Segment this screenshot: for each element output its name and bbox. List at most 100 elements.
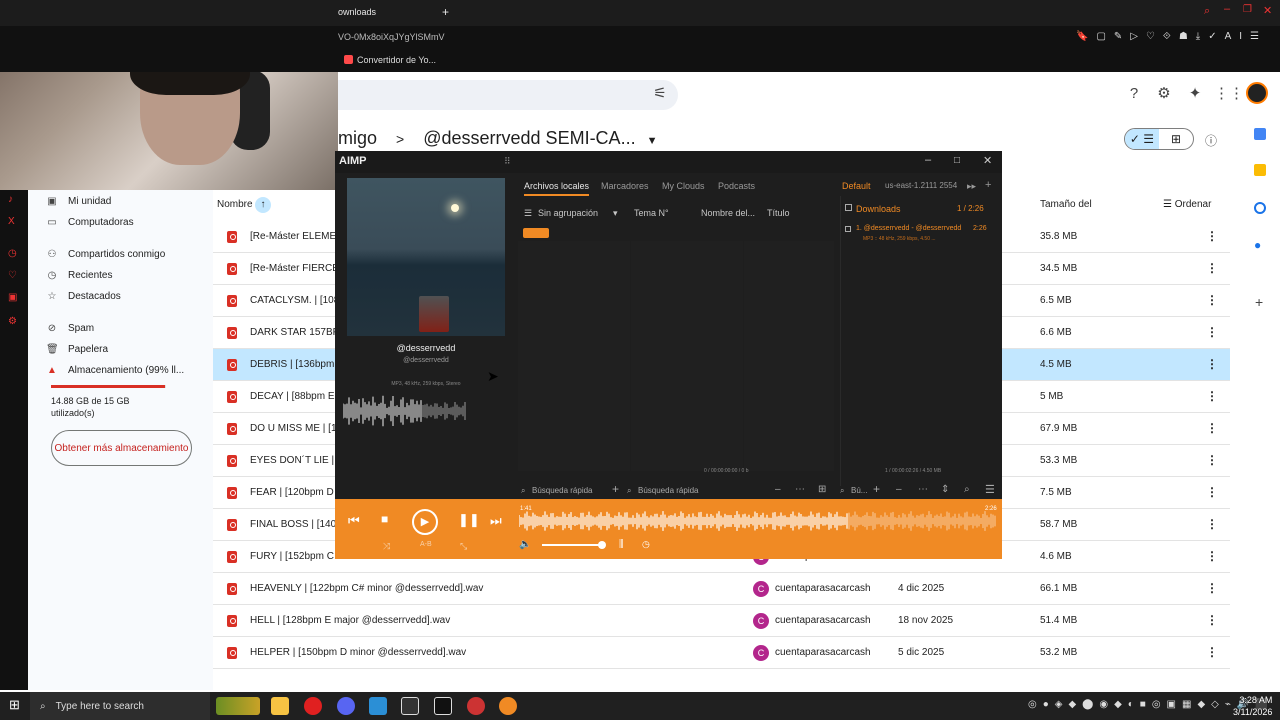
- list-view-icon[interactable]: ✓ ☰: [1125, 129, 1159, 149]
- windows-start-icon[interactable]: ⊞: [9, 697, 20, 713]
- next-icon[interactable]: ⏭: [490, 513, 502, 529]
- chevron-down-icon[interactable]: ▼: [647, 135, 658, 147]
- quick-search-3[interactable]: Bú...: [851, 486, 867, 495]
- more-options-icon[interactable]: ⋮: [1206, 229, 1218, 243]
- file-name[interactable]: FINAL BOSS | [140: [250, 519, 336, 530]
- search-icon[interactable]: ⌕: [1204, 5, 1210, 18]
- keep-icon[interactable]: [1254, 164, 1266, 176]
- view-toggle[interactable]: ✓ ☰ ⊞: [1124, 128, 1194, 150]
- maximize-icon[interactable]: ❐: [1243, 4, 1252, 15]
- file-name[interactable]: HEAVENLY | [122bpm C# minor @desserrvedd…: [250, 583, 483, 594]
- tab-default[interactable]: Default: [842, 181, 871, 191]
- tab-podcasts[interactable]: Podcasts: [718, 181, 755, 191]
- tab-scroll-icon[interactable]: ▸▸: [967, 181, 976, 192]
- more-options-icon[interactable]: ⋮: [1206, 453, 1218, 467]
- repeat-icon[interactable]: ⤡: [460, 541, 467, 552]
- remove-icon[interactable]: –: [775, 484, 781, 495]
- file-name[interactable]: DO U MISS ME | [16: [250, 423, 342, 434]
- info-icon[interactable]: ⓘ: [1205, 132, 1217, 149]
- tab-playlist-2[interactable]: us-east-1.2111 2554: [885, 181, 957, 190]
- address-bar[interactable]: VO-0Mx8oiXqJYgYlSMmV 🔖▢✎▷♡⟐☗⤓✓AI☰: [0, 26, 1280, 50]
- file-name[interactable]: DARK STAR 157BPM: [250, 327, 348, 338]
- more-options-icon[interactable]: ⋮: [1206, 357, 1218, 371]
- file-name[interactable]: HELPER | [150bpm D minor @desserrvedd].w…: [250, 647, 466, 658]
- more-options-icon[interactable]: ⋮: [1206, 325, 1218, 339]
- tab-local-files[interactable]: Archivos locales: [524, 181, 590, 196]
- heart-icon[interactable]: ♡: [8, 270, 17, 281]
- more-options-icon[interactable]: ⋮: [1206, 389, 1218, 403]
- sidebar-item-recent[interactable]: ◷ Recientes: [46, 266, 113, 284]
- sidebar-item-storage[interactable]: ▲ Almacenamiento (99% ll...: [46, 361, 184, 379]
- minimize-icon[interactable]: –: [1224, 3, 1230, 15]
- checkbox-icon[interactable]: [845, 204, 852, 211]
- more-options-icon[interactable]: ⋮: [1206, 581, 1218, 595]
- volume-knob[interactable]: [598, 541, 606, 549]
- gemini-icon[interactable]: ✦: [1185, 84, 1205, 104]
- library-list[interactable]: [518, 241, 834, 471]
- sort-button[interactable]: ☰ Ordenar: [1163, 199, 1211, 210]
- playlist-group[interactable]: Downloads: [856, 204, 901, 214]
- seek-waveform[interactable]: [519, 511, 997, 531]
- add-icon[interactable]: +: [612, 482, 619, 496]
- column-title[interactable]: Título: [767, 208, 790, 218]
- obs-icon[interactable]: [467, 697, 485, 715]
- capcut-icon[interactable]: [401, 697, 419, 715]
- menu-icon[interactable]: ☰: [985, 483, 995, 496]
- help-icon[interactable]: ?: [1124, 84, 1144, 104]
- search-icon[interactable]: ⌕: [627, 486, 631, 496]
- sidebar-item-shared[interactable]: ⚇ Compartidos conmigo: [46, 245, 166, 263]
- tab-clouds[interactable]: My Clouds: [662, 181, 705, 191]
- repeat-ab-icon[interactable]: A-B: [420, 541, 432, 548]
- sidebar-item-trash[interactable]: 🗑 Papelera: [46, 340, 108, 358]
- search-icon[interactable]: ⌕: [521, 486, 525, 496]
- tab-bookmarks[interactable]: Marcadores: [601, 181, 649, 191]
- grid-view-icon[interactable]: ⊞: [1159, 129, 1193, 149]
- quick-search-2[interactable]: Búsqueda rápida: [638, 486, 699, 495]
- quick-search-1[interactable]: Búsqueda rápida: [532, 486, 593, 495]
- sidebar-item-my-drive[interactable]: ▣ Mi unidad: [46, 192, 111, 210]
- app-icon[interactable]: [369, 697, 387, 715]
- remove-icon[interactable]: –: [896, 484, 902, 495]
- checkbox-icon[interactable]: [845, 226, 851, 232]
- more-options-icon[interactable]: ⋮: [1206, 261, 1218, 275]
- minimize-icon[interactable]: –: [925, 154, 931, 166]
- search-icon[interactable]: ⌕: [964, 484, 970, 495]
- clock-icon[interactable]: ◷: [8, 248, 17, 259]
- more-options-icon[interactable]: ⋮: [1206, 613, 1218, 627]
- opera-icon[interactable]: [304, 697, 322, 715]
- pause-icon[interactable]: ❚❚: [458, 512, 480, 528]
- equalizer-icon[interactable]: ⫼: [619, 539, 624, 550]
- column-track-no[interactable]: Tema N°: [634, 208, 669, 218]
- more-icon[interactable]: ⋯: [918, 484, 928, 495]
- sidebar-item-spam[interactable]: ⊘ Spam: [46, 319, 94, 337]
- table-row[interactable]: HELPER | [150bpm D minor @desserrvedd].w…: [213, 637, 1230, 669]
- system-clock[interactable]: 3:28 AM 3/11/2026: [1233, 694, 1272, 718]
- more-options-icon[interactable]: ⋮: [1206, 549, 1218, 563]
- table-row[interactable]: HELL | [128bpm E major @desserrvedd].wav…: [213, 605, 1230, 637]
- aimp-title-bar[interactable]: AIMP ⠿ – □ ✕: [335, 151, 1002, 173]
- file-name[interactable]: DECAY | [88bpm E: [250, 391, 335, 402]
- box-icon[interactable]: ▣: [8, 292, 17, 303]
- table-row[interactable]: HEAVENLY | [122bpm C# minor @desserrvedd…: [213, 573, 1230, 605]
- grip-icon[interactable]: ⠿: [504, 156, 511, 167]
- sort-arrow-icon[interactable]: ↑: [255, 197, 271, 213]
- menu-icon[interactable]: ☰: [524, 208, 532, 219]
- column-size[interactable]: Tamaño del: [1040, 199, 1092, 210]
- apps-grid-icon[interactable]: ⋮⋮: [1214, 84, 1244, 104]
- avatar[interactable]: [1246, 82, 1268, 104]
- aimp-taskbar-icon[interactable]: [499, 697, 517, 715]
- sidebar-item-starred[interactable]: ☆ Destacados: [46, 287, 121, 305]
- search-icon[interactable]: ⌕: [840, 486, 844, 496]
- file-name[interactable]: EYES DON´T LIE | [: [250, 455, 340, 466]
- more-options-icon[interactable]: ⋮: [1206, 421, 1218, 435]
- timer-icon[interactable]: ◷: [642, 539, 650, 550]
- filter-icon[interactable]: ⚟: [650, 84, 670, 104]
- selected-row[interactable]: [523, 228, 549, 238]
- add-playlist-icon[interactable]: +: [985, 179, 991, 191]
- column-grouping[interactable]: Sin agrupación: [538, 208, 598, 218]
- more-options-icon[interactable]: ⋮: [1206, 293, 1218, 307]
- shuffle-icon[interactable]: ⤨: [383, 541, 390, 552]
- play-button[interactable]: ▶: [412, 509, 438, 535]
- gear-icon[interactable]: ⚙: [8, 316, 17, 327]
- file-name[interactable]: HELL | [128bpm E major @desserrvedd].wav: [250, 615, 450, 626]
